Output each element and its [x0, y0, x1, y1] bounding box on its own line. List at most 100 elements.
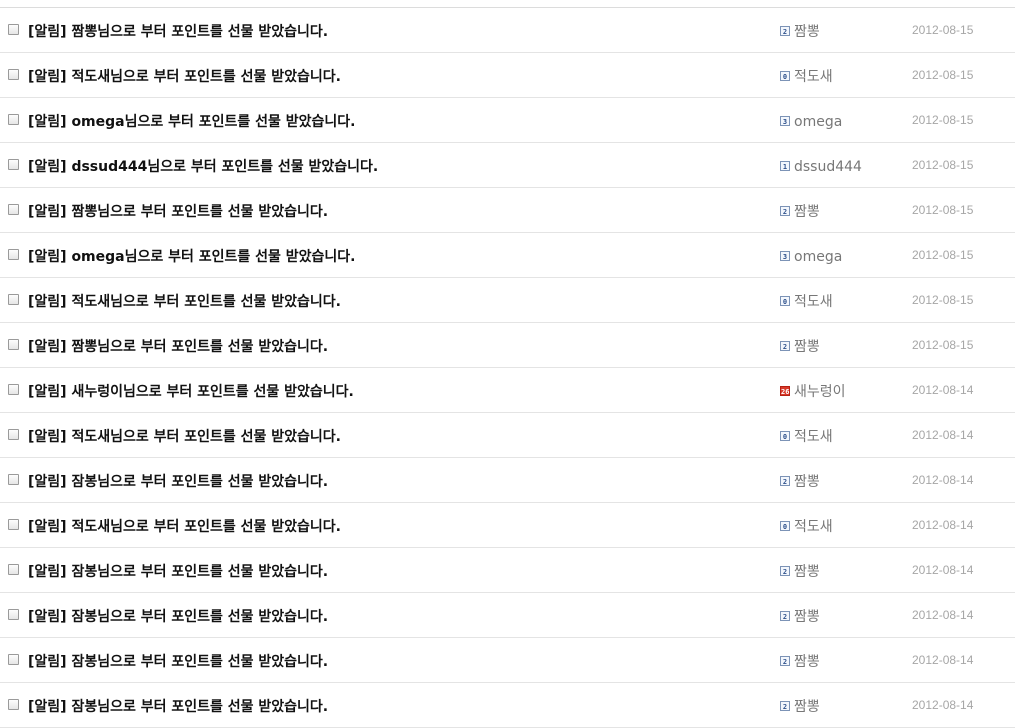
author-cell[interactable]: 0 적도새 [780, 66, 833, 86]
message-subject-link[interactable]: [알림] 짬뽕님으로 부터 포인트를 선물 받았습니다. [28, 201, 328, 221]
message-subject-link[interactable]: [알림] 적도새님으로 부터 포인트를 선물 받았습니다. [28, 516, 341, 536]
author-name[interactable]: 짬뽕 [794, 699, 820, 715]
row-checkbox[interactable] [8, 654, 19, 665]
author-cell[interactable]: 2 짬뽕 [780, 606, 820, 626]
author-name[interactable]: 적도새 [794, 294, 833, 310]
row-checkbox[interactable] [8, 699, 19, 710]
author-name[interactable]: 짬뽕 [794, 564, 820, 580]
author-name[interactable]: omega [794, 249, 842, 265]
author-cell[interactable]: 0 적도새 [780, 516, 833, 536]
author-cell[interactable]: 1 dssud444 [780, 156, 862, 175]
author-cell[interactable]: 2 짬뽕 [780, 21, 820, 41]
notice-message: 님으로 부터 포인트를 선물 받았습니다. [97, 699, 329, 715]
author-cell[interactable]: 3 omega [780, 246, 842, 265]
table-row: [알림] 잠봉님으로 부터 포인트를 선물 받았습니다. 2 짬뽕 2012-08… [0, 593, 1015, 638]
author-cell[interactable]: 2 짬뽕 [780, 471, 820, 491]
author-cell[interactable]: 2 짬뽕 [780, 336, 820, 356]
post-date: 2012-08-14 [912, 518, 974, 532]
notice-prefix: [알림] [28, 519, 72, 535]
row-checkbox[interactable] [8, 564, 19, 575]
author-cell[interactable]: 3 omega [780, 111, 842, 130]
notice-message: 님으로 부터 포인트를 선물 받았습니다. [97, 654, 329, 670]
message-subject-link[interactable]: [알림] 적도새님으로 부터 포인트를 선물 받았습니다. [28, 426, 341, 446]
message-subject-link[interactable]: [알림] 잠봉님으로 부터 포인트를 선물 받았습니다. [28, 651, 328, 671]
message-subject-link[interactable]: [알림] omega님으로 부터 포인트를 선물 받았습니다. [28, 246, 356, 266]
table-row: [알림] 짬뽕님으로 부터 포인트를 선물 받았습니다. 2 짬뽕 2012-08… [0, 8, 1015, 53]
row-checkbox[interactable] [8, 294, 19, 305]
author-name[interactable]: 짬뽕 [794, 339, 820, 355]
level-icon: 2 [780, 701, 790, 711]
author-name[interactable]: dssud444 [794, 159, 862, 175]
author-cell[interactable]: 2 짬뽕 [780, 201, 820, 221]
notice-message: 님으로 부터 포인트를 선물 받았습니다. [97, 204, 329, 220]
row-checkbox[interactable] [8, 429, 19, 440]
sender-nickname: 잠봉 [71, 609, 98, 625]
sender-nickname: 잠봉 [71, 654, 98, 670]
author-name[interactable]: 짬뽕 [794, 609, 820, 625]
author-name[interactable]: omega [794, 114, 842, 130]
notice-prefix: [알림] [28, 654, 72, 670]
notice-prefix: [알림] [28, 609, 72, 625]
message-subject-link[interactable]: [알림] dssud444님으로 부터 포인트를 선물 받았습니다. [28, 156, 378, 176]
post-date: 2012-08-14 [912, 653, 974, 667]
author-cell[interactable]: 26 새누렁이 [780, 381, 846, 401]
level-icon: 3 [780, 251, 790, 261]
post-date: 2012-08-14 [912, 383, 974, 397]
message-subject-link[interactable]: [알림] 잠봉님으로 부터 포인트를 선물 받았습니다. [28, 696, 328, 716]
author-name[interactable]: 적도새 [794, 69, 833, 85]
author-name[interactable]: 적도새 [794, 429, 833, 445]
notice-message: 님으로 부터 포인트를 선물 받았습니다. [110, 69, 341, 85]
post-date: 2012-08-14 [912, 473, 974, 487]
post-date: 2012-08-15 [912, 338, 974, 352]
author-cell[interactable]: 2 짬뽕 [780, 561, 820, 581]
notice-prefix: [알림] [28, 249, 72, 265]
notice-prefix: [알림] [28, 474, 72, 490]
notice-prefix: [알림] [28, 699, 72, 715]
message-subject-link[interactable]: [알림] 짬뽕님으로 부터 포인트를 선물 받았습니다. [28, 336, 328, 356]
author-cell[interactable]: 2 짬뽕 [780, 696, 820, 716]
sender-nickname: 새누렁이 [71, 384, 123, 400]
row-checkbox[interactable] [8, 519, 19, 530]
row-checkbox[interactable] [8, 339, 19, 350]
notice-message: 님으로 부터 포인트를 선물 받았습니다. [97, 609, 329, 625]
list-top-border [0, 0, 1015, 8]
post-date: 2012-08-14 [912, 563, 974, 577]
row-checkbox[interactable] [8, 609, 19, 620]
sender-nickname: 짬뽕 [71, 204, 98, 220]
table-row: [알림] 적도새님으로 부터 포인트를 선물 받았습니다. 0 적도새 2012-… [0, 503, 1015, 548]
message-subject-link[interactable]: [알림] 적도새님으로 부터 포인트를 선물 받았습니다. [28, 66, 341, 86]
row-checkbox[interactable] [8, 114, 19, 125]
message-subject-link[interactable]: [알림] 새누렁이님으로 부터 포인트를 선물 받았습니다. [28, 381, 354, 401]
notice-message: 님으로 부터 포인트를 선물 받았습니다. [97, 339, 329, 355]
message-subject-link[interactable]: [알림] omega님으로 부터 포인트를 선물 받았습니다. [28, 111, 356, 131]
author-name[interactable]: 짬뽕 [794, 204, 820, 220]
row-checkbox[interactable] [8, 384, 19, 395]
author-name[interactable]: 새누렁이 [794, 384, 846, 400]
author-cell[interactable]: 2 짬뽕 [780, 651, 820, 671]
message-subject-link[interactable]: [알림] 잠봉님으로 부터 포인트를 선물 받았습니다. [28, 606, 328, 626]
author-name[interactable]: 짬뽕 [794, 474, 820, 490]
author-cell[interactable]: 0 적도새 [780, 291, 833, 311]
author-name[interactable]: 적도새 [794, 519, 833, 535]
row-checkbox[interactable] [8, 159, 19, 170]
author-cell[interactable]: 0 적도새 [780, 426, 833, 446]
author-name[interactable]: 짬뽕 [794, 24, 820, 40]
table-row: [알림] 적도새님으로 부터 포인트를 선물 받았습니다. 0 적도새 2012-… [0, 278, 1015, 323]
notice-prefix: [알림] [28, 24, 72, 40]
sender-nickname: 짬뽕 [71, 24, 98, 40]
message-subject-link[interactable]: [알림] 적도새님으로 부터 포인트를 선물 받았습니다. [28, 291, 341, 311]
row-checkbox[interactable] [8, 204, 19, 215]
level-icon: 0 [780, 71, 790, 81]
row-checkbox[interactable] [8, 69, 19, 80]
message-subject-link[interactable]: [알림] 잠봉님으로 부터 포인트를 선물 받았습니다. [28, 471, 328, 491]
sender-nickname: 적도새 [71, 429, 111, 445]
row-checkbox[interactable] [8, 474, 19, 485]
message-subject-link[interactable]: [알림] 잠봉님으로 부터 포인트를 선물 받았습니다. [28, 561, 328, 581]
message-subject-link[interactable]: [알림] 짬뽕님으로 부터 포인트를 선물 받았습니다. [28, 21, 328, 41]
row-checkbox[interactable] [8, 24, 19, 35]
author-name[interactable]: 짬뽕 [794, 654, 820, 670]
notice-message: 님으로 부터 포인트를 선물 받았습니다. [110, 519, 341, 535]
post-date: 2012-08-15 [912, 203, 974, 217]
row-checkbox[interactable] [8, 249, 19, 260]
notice-message: 님으로 부터 포인트를 선물 받았습니다. [110, 429, 341, 445]
